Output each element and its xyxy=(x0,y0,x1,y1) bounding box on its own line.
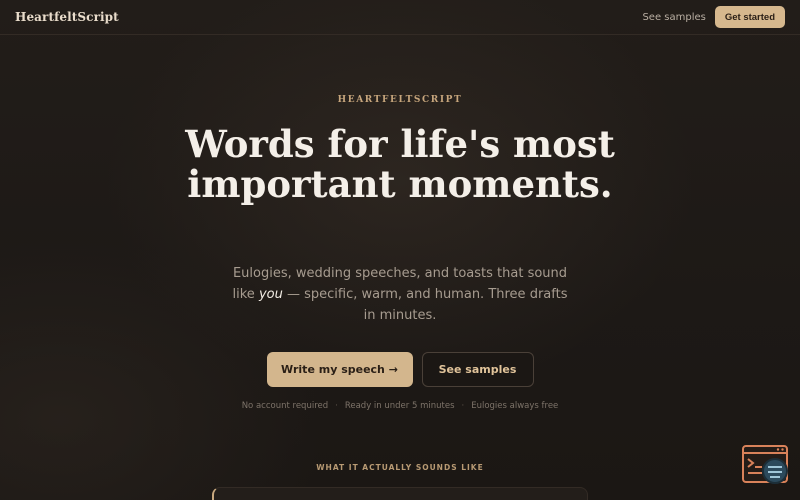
top-nav: See samples Get started xyxy=(642,6,785,28)
hero-subtext-part-2: — specific, warm, and human. Three draft… xyxy=(282,287,568,323)
see-samples-button[interactable]: See samples xyxy=(421,352,534,387)
terminal-chat-icon[interactable] xyxy=(742,445,790,487)
write-my-speech-button[interactable]: Write my speech → xyxy=(266,352,413,387)
sample-preview-card xyxy=(212,487,588,500)
terminal-chat-icon-graphic xyxy=(742,445,788,484)
hero-eyebrow: HEARTFELTSCRIPT xyxy=(337,95,463,105)
meta-ready-time: Ready in under 5 minutes xyxy=(344,401,455,411)
get-started-button[interactable]: Get started xyxy=(714,6,785,28)
hero-meta-row: No account required · Ready in under 5 m… xyxy=(0,401,800,411)
top-navigation-bar: HeartfeltScript See samples Get started xyxy=(0,0,800,35)
hero-cta-row: Write my speech → See samples xyxy=(0,352,800,387)
see-samples-nav-link[interactable]: See samples xyxy=(642,12,705,23)
meta-eulogies-free: Eulogies always free xyxy=(471,401,559,411)
meta-separator: · xyxy=(461,401,465,411)
hero-subtext: Eulogies, wedding speeches, and toasts t… xyxy=(230,263,570,326)
samples-section-label: WHAT IT ACTUALLY SOUNDS LIKE xyxy=(316,463,484,472)
hero-subtext-emphasis: you xyxy=(258,287,283,302)
meta-no-account: No account required xyxy=(241,401,329,411)
hero-headline: Words for life's most important moments. xyxy=(185,122,615,206)
brand-logo[interactable]: HeartfeltScript xyxy=(15,10,119,24)
meta-separator: · xyxy=(335,401,338,411)
